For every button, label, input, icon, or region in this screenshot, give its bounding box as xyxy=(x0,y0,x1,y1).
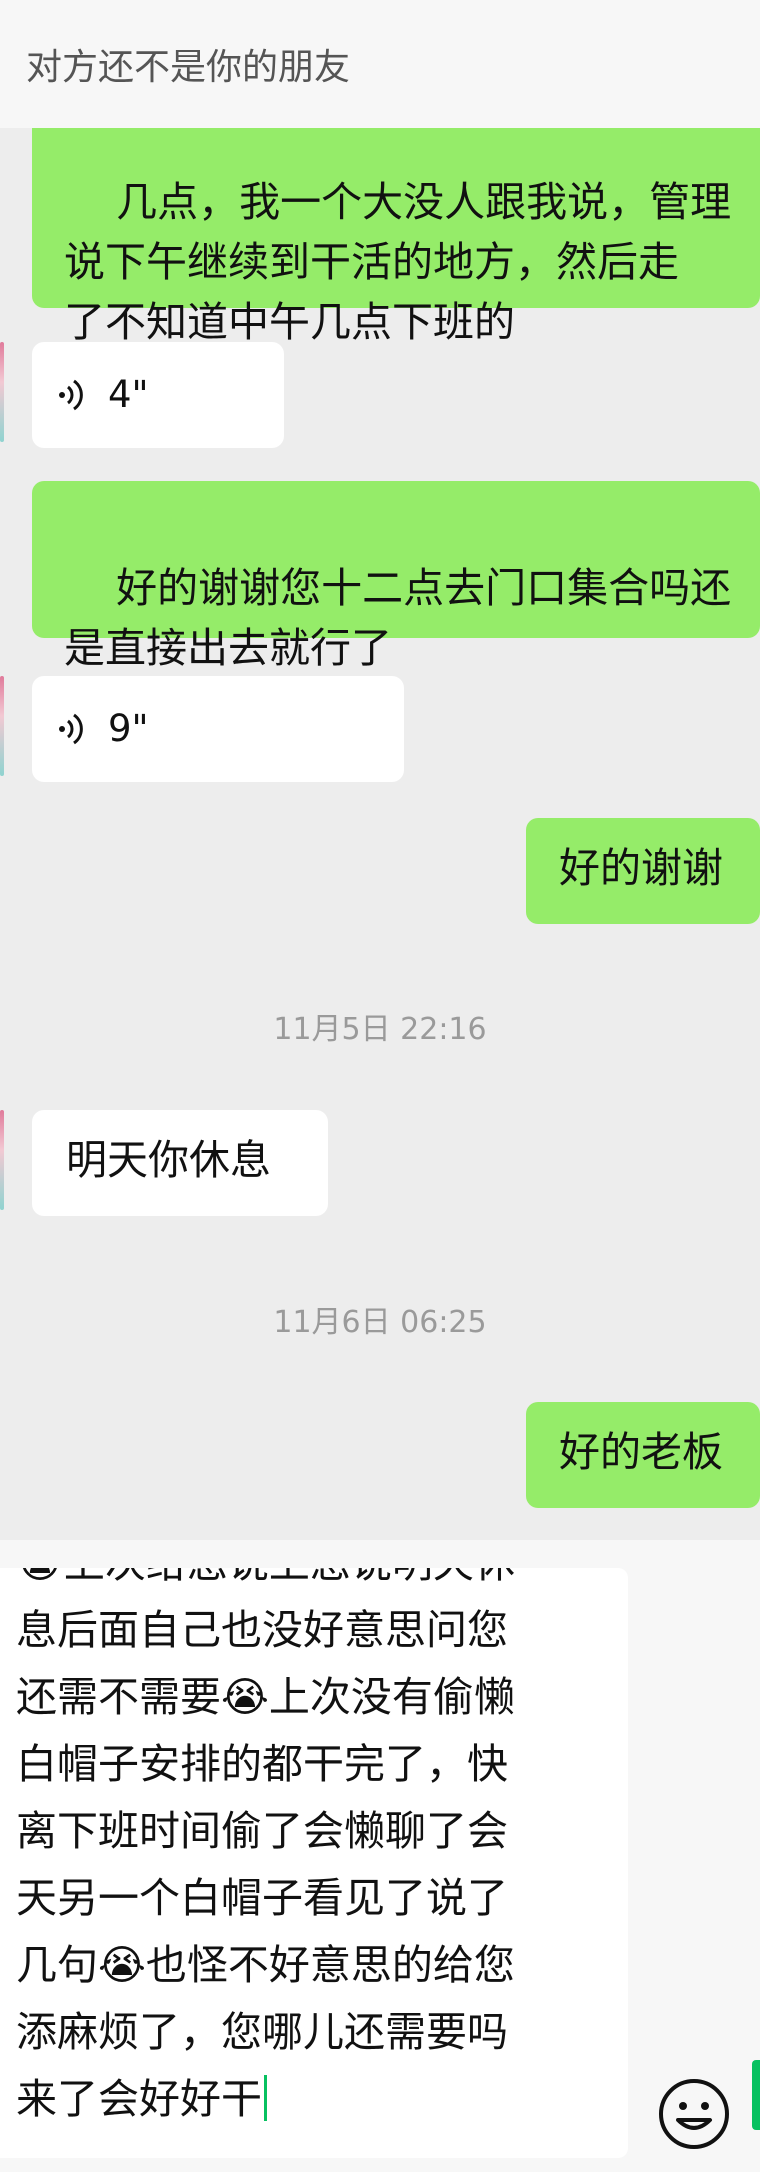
voice-wave-icon xyxy=(59,379,83,411)
header-title: 对方还不是你的朋友 xyxy=(26,47,351,88)
message-bubble-incoming[interactable]: 明天你休息 xyxy=(32,1110,328,1216)
voice-duration: 9" xyxy=(108,707,149,750)
message-text: 好的谢谢 xyxy=(559,844,723,892)
avatar[interactable] xyxy=(0,342,4,442)
voice-message[interactable]: 4" xyxy=(32,342,284,448)
message-bubble-outgoing[interactable]: 好的老板 xyxy=(526,1402,760,1508)
avatar[interactable] xyxy=(0,676,4,776)
chat-history[interactable]: 几点，我一个大没人跟我说，管理 说下午继续到干活的地方，然后走 了不知道中午几点… xyxy=(0,128,760,1540)
voice-duration: 4" xyxy=(108,373,149,416)
message-text: 几点，我一个大没人跟我说，管理 说下午继续到干活的地方，然后走 了不知道中午几点… xyxy=(64,178,732,346)
message-input[interactable]: 😭上次给您说上您说明天休 息后面自己也没好意思问您 还需不需要😭上次没有偷懒 白… xyxy=(0,1568,628,2158)
message-bubble-outgoing[interactable]: 好的谢谢 xyxy=(526,818,760,924)
draft-text: 😭上次给您说上您说明天休 息后面自己也没好意思问您 还需不需要😭上次没有偷懒 白… xyxy=(16,1568,515,2123)
voice-message[interactable]: 9" xyxy=(32,676,404,782)
message-bubble-outgoing[interactable]: 好的谢谢您十二点去门口集合吗还 是直接出去就行了 xyxy=(32,481,760,672)
timestamp: 11月6日 06:25 xyxy=(273,1305,487,1340)
send-button-edge[interactable] xyxy=(752,2060,760,2130)
composer-area: 😭上次给您说上您说明天休 息后面自己也没好意思问您 还需不需要😭上次没有偷懒 白… xyxy=(0,1540,760,2172)
message-bubble-outgoing[interactable]: 几点，我一个大没人跟我说，管理 说下午继续到干活的地方，然后走 了不知道中午几点… xyxy=(32,128,760,346)
message-text: 明天你休息 xyxy=(66,1136,271,1184)
voice-wave-icon xyxy=(59,713,83,745)
chat-header: 对方还不是你的朋友 xyxy=(0,0,760,128)
message-text: 好的老板 xyxy=(559,1428,723,1476)
message-text: 好的谢谢您十二点去门口集合吗还 是直接出去就行了 xyxy=(64,564,732,672)
emoji-smile-icon[interactable] xyxy=(656,2076,732,2152)
text-caret xyxy=(264,2075,267,2121)
timestamp: 11月5日 22:16 xyxy=(273,1012,487,1047)
avatar[interactable] xyxy=(0,1110,4,1210)
